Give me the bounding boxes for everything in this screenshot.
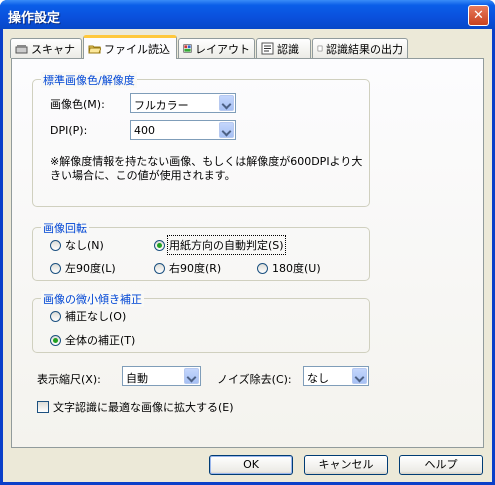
radio-indicator-selected — [50, 334, 61, 346]
close-button[interactable]: ✕ — [468, 5, 489, 26]
radio-indicator — [50, 239, 61, 251]
tab-layout-label: レイアウト — [195, 42, 250, 56]
dpi-value: 400 — [134, 124, 155, 137]
image-color-select[interactable]: フルカラー — [130, 93, 236, 113]
display-scale-value: 自動 — [126, 372, 148, 385]
tab-scanner-label: スキャナ — [31, 42, 75, 56]
scanner-icon — [15, 45, 28, 54]
checkbox-box[interactable] — [37, 401, 49, 413]
rotation-left90-radio[interactable]: 左90度(L) — [50, 260, 116, 276]
enlarge-image-checkbox[interactable]: 文字認識に最適な画像に拡大する(E) — [37, 399, 234, 415]
title-bar[interactable]: 操作設定 ✕ — [0, 0, 495, 29]
skew-all-label: 全体の補正(T) — [65, 334, 136, 347]
rotation-left90-label: 左90度(L) — [65, 262, 116, 275]
rotation-group-title: 画像回転 — [41, 220, 89, 236]
tab-recognition-output-label: 認識結果の出力 — [326, 42, 403, 56]
tab-recognition-output[interactable]: 認識結果の出力 — [312, 38, 408, 58]
image-color-label: 画像色(M): — [50, 98, 105, 111]
rotation-group: 画像回転 なし(N) 用紙方向の自動判定(S) 左90度(L) 右90度(R) — [32, 220, 370, 281]
rotation-right90-label: 右90度(R) — [169, 262, 222, 275]
tab-recognition-label: 認識 — [277, 42, 299, 56]
image-color-value: フルカラー — [134, 99, 189, 112]
radio-indicator — [50, 310, 61, 322]
display-scale-label: 表示縮尺(X): — [37, 373, 101, 386]
rotation-auto-radio[interactable]: 用紙方向の自動判定(S) — [154, 235, 286, 255]
tab-panel-file-load: 標準画像色/解像度 画像色(M): フルカラー DPI(P): 400 ※解像度… — [11, 58, 484, 448]
rotation-180-label: 180度(U) — [272, 262, 321, 275]
layout-icon — [183, 44, 192, 53]
skew-none-radio[interactable]: 補正なし(O) — [50, 308, 126, 324]
radio-indicator-selected — [154, 239, 165, 251]
radio-indicator — [154, 262, 165, 274]
tab-scanner[interactable]: スキャナ — [10, 38, 82, 58]
noise-removal-select[interactable]: なし — [303, 366, 369, 386]
noise-removal-label: ノイズ除去(C): — [217, 373, 292, 386]
tab-layout[interactable]: レイアウト — [178, 38, 255, 58]
help-button[interactable]: ヘルプ — [399, 455, 483, 475]
dialog-window: 操作設定 ✕ スキャナ ファイル読込 レイアウト 認識 認識結果の出力 標準画像… — [0, 0, 495, 485]
open-folder-icon — [88, 45, 101, 54]
window-title: 操作設定 — [8, 11, 61, 26]
chevron-down-icon[interactable] — [352, 368, 367, 384]
enlarge-image-label: 文字認識に最適な画像に拡大する(E) — [53, 401, 234, 414]
chevron-down-icon[interactable] — [184, 368, 199, 384]
display-scale-select[interactable]: 自動 — [122, 366, 201, 386]
rotation-none-label: なし(N) — [65, 239, 104, 252]
document-icon — [317, 45, 323, 52]
radio-indicator — [50, 262, 61, 274]
ok-button[interactable]: OK — [209, 455, 293, 475]
tab-file-load-label: ファイル読込 — [104, 42, 170, 56]
rotation-right90-radio[interactable]: 右90度(R) — [154, 260, 221, 276]
skew-all-radio[interactable]: 全体の補正(T) — [50, 332, 135, 348]
dialog-body: スキャナ ファイル読込 レイアウト 認識 認識結果の出力 標準画像色/解像度 画… — [3, 29, 492, 482]
rotation-none-radio[interactable]: なし(N) — [50, 237, 104, 253]
noise-removal-value: なし — [307, 372, 329, 385]
radio-indicator — [257, 262, 268, 274]
cancel-button[interactable]: キャンセル — [304, 455, 388, 475]
chevron-down-icon[interactable] — [219, 122, 234, 138]
dpi-note-line-2: きい場合に、この値が使用されます。 — [50, 169, 236, 182]
recognition-icon — [261, 42, 274, 55]
rotation-180-radio[interactable]: 180度(U) — [257, 260, 321, 276]
rotation-auto-label: 用紙方向の自動判定(S) — [167, 235, 286, 255]
resolution-group-title: 標準画像色/解像度 — [41, 72, 137, 88]
skew-group: 画像の微小傾き補正 補正なし(O) 全体の補正(T) — [32, 291, 370, 353]
resolution-group: 標準画像色/解像度 画像色(M): フルカラー DPI(P): 400 ※解像度… — [32, 72, 370, 207]
tab-file-load[interactable]: ファイル読込 — [83, 35, 177, 59]
skew-none-label: 補正なし(O) — [65, 310, 127, 323]
dpi-select[interactable]: 400 — [130, 120, 236, 140]
tab-recognition[interactable]: 認識 — [256, 38, 311, 58]
skew-group-title: 画像の微小傾き補正 — [41, 291, 144, 307]
chevron-down-icon[interactable] — [219, 95, 234, 111]
dpi-label: DPI(P): — [50, 124, 88, 137]
